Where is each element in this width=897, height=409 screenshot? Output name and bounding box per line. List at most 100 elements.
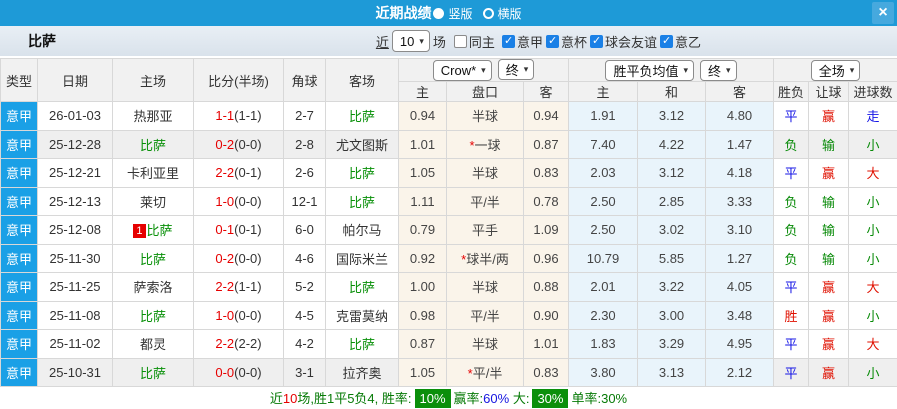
avg-win-odds: 2.30 [569, 301, 638, 330]
home-team[interactable]: 比萨 [113, 130, 194, 159]
team-name: 比萨 [28, 31, 56, 51]
avg-lose-odds: 3.10 [706, 216, 774, 245]
col-wdl: 胜负 [774, 82, 809, 102]
avg-draw-odds: 5.85 [638, 244, 706, 273]
checkbox-icon [502, 35, 515, 48]
col-avg-draw: 和 [638, 82, 706, 102]
league-checkbox-club-friendly[interactable]: 球会友谊 [590, 32, 657, 51]
away-team[interactable]: 比萨 [326, 159, 399, 188]
league-checkbox-coppa-italia[interactable]: 意杯 [546, 32, 587, 51]
match-date: 25-11-30 [38, 244, 113, 273]
asian-handicap: 半球 [447, 330, 524, 359]
away-team[interactable]: 比萨 [326, 187, 399, 216]
avg-odds-select[interactable]: 胜平负均值 ▾ [605, 60, 694, 81]
table-row: 意甲 25-11-30 比萨 0-2(0-0) 4-6 国际米兰 0.92 *球… [1, 244, 897, 273]
asian-away-odds: 0.83 [524, 358, 569, 387]
asian-home-odds: 0.87 [399, 330, 447, 359]
home-team[interactable]: 比萨 [113, 301, 194, 330]
avg-lose-odds: 4.80 [706, 102, 774, 131]
away-team[interactable]: 国际米兰 [326, 244, 399, 273]
handicap-result: 赢 [809, 273, 849, 302]
wdl-result: 平 [774, 159, 809, 188]
chevron-down-icon: ▾ [850, 65, 855, 76]
close-button[interactable]: × [872, 2, 894, 24]
home-team[interactable]: 比萨 [113, 358, 194, 387]
asian-handicap: 半球 [447, 102, 524, 131]
home-team[interactable]: 萨索洛 [113, 273, 194, 302]
filters: 近 10 ▾ 场 同主 意甲 意杯 球会友谊 [376, 30, 701, 52]
home-team[interactable]: 比萨 [113, 244, 194, 273]
goals-result: 走 [849, 102, 897, 131]
col-avg-win: 主 [569, 82, 638, 102]
match-date: 26-01-03 [38, 102, 113, 131]
scope-select[interactable]: 全场 ▾ [811, 60, 861, 81]
goals-result: 大 [849, 159, 897, 188]
same-home-checkbox[interactable]: 同主 [454, 32, 495, 51]
home-team[interactable]: 都灵 [113, 330, 194, 359]
asian-away-odds: 0.96 [524, 244, 569, 273]
odds-time-select[interactable]: 终 ▾ [498, 59, 535, 80]
away-team[interactable]: 帕尔马 [326, 216, 399, 245]
match-count-select[interactable]: 10 ▾ [392, 30, 430, 52]
away-team[interactable]: 克雷莫纳 [326, 301, 399, 330]
avg-draw-odds: 2.85 [638, 187, 706, 216]
corner-score: 4-6 [284, 244, 326, 273]
asian-handicap: 平/半 [447, 301, 524, 330]
away-team[interactable]: 比萨 [326, 273, 399, 302]
radio-selected-icon [433, 8, 444, 19]
corner-score: 4-5 [284, 301, 326, 330]
radio-vertical-layout[interactable]: 竖版 [433, 5, 472, 22]
avg-draw-odds: 3.12 [638, 102, 706, 131]
col-league: 类型 [1, 59, 38, 102]
home-team[interactable]: 热那亚 [113, 102, 194, 131]
avg-win-odds: 10.79 [569, 244, 638, 273]
avg-lose-odds: 4.18 [706, 159, 774, 188]
score: 2-2(0-1) [194, 159, 284, 188]
avg-time-select[interactable]: 终 ▾ [700, 60, 737, 81]
col-goals: 进球数 [849, 82, 897, 102]
asian-away-odds: 0.83 [524, 159, 569, 188]
away-team[interactable]: 尤文图斯 [326, 130, 399, 159]
away-team[interactable]: 比萨 [326, 102, 399, 131]
home-team[interactable]: 1比萨 [113, 216, 194, 245]
results-table: 类型 日期 主场 比分(半场) 角球 客场 Crow* ▾ 终 ▾ [0, 58, 897, 387]
chevron-down-icon: ▾ [726, 65, 731, 76]
avg-draw-odds: 3.00 [638, 301, 706, 330]
league-checkbox-serie-b[interactable]: 意乙 [660, 32, 701, 51]
table-row: 意甲 25-11-08 比萨 1-0(0-0) 4-5 克雷莫纳 0.98 平/… [1, 301, 897, 330]
home-team[interactable]: 卡利亚里 [113, 159, 194, 188]
goals-result: 小 [849, 301, 897, 330]
wdl-result: 负 [774, 216, 809, 245]
home-team[interactable]: 莱切 [113, 187, 194, 216]
avg-win-odds: 1.91 [569, 102, 638, 131]
asian-away-odds: 1.01 [524, 330, 569, 359]
away-team[interactable]: 拉齐奥 [326, 358, 399, 387]
match-date: 25-11-02 [38, 330, 113, 359]
away-team[interactable]: 比萨 [326, 330, 399, 359]
chevron-down-icon: ▾ [419, 36, 424, 47]
asian-away-odds: 1.09 [524, 216, 569, 245]
league-badge: 意甲 [1, 273, 38, 302]
goals-result: 大 [849, 273, 897, 302]
match-date: 25-11-08 [38, 301, 113, 330]
score: 0-2(0-0) [194, 244, 284, 273]
chevron-down-icon: ▾ [683, 65, 688, 76]
bookmaker-select[interactable]: Crow* ▾ [433, 60, 492, 81]
league-checkbox-serie-a[interactable]: 意甲 [502, 32, 543, 51]
score: 0-1(0-1) [194, 216, 284, 245]
radio-horizontal-layout[interactable]: 横版 [483, 5, 522, 22]
header-group-row: 类型 日期 主场 比分(半场) 角球 客场 Crow* ▾ 终 ▾ [1, 59, 897, 82]
handicap-result: 输 [809, 216, 849, 245]
match-date: 25-12-13 [38, 187, 113, 216]
league-badge: 意甲 [1, 159, 38, 188]
big-label: 大: [513, 391, 530, 406]
near-label[interactable]: 近 [376, 32, 389, 51]
corner-score: 12-1 [284, 187, 326, 216]
avg-win-odds: 3.80 [569, 358, 638, 387]
panel-title: 近期战绩 [375, 3, 431, 23]
asian-home-odds: 0.94 [399, 102, 447, 131]
handicap-result: 赢 [809, 330, 849, 359]
summary-bar: 近10场,胜1平5负4, 胜率:10%赢率:60% 大:30%单率:30% [0, 387, 897, 409]
match-date: 25-12-08 [38, 216, 113, 245]
avg-win-odds: 2.50 [569, 216, 638, 245]
